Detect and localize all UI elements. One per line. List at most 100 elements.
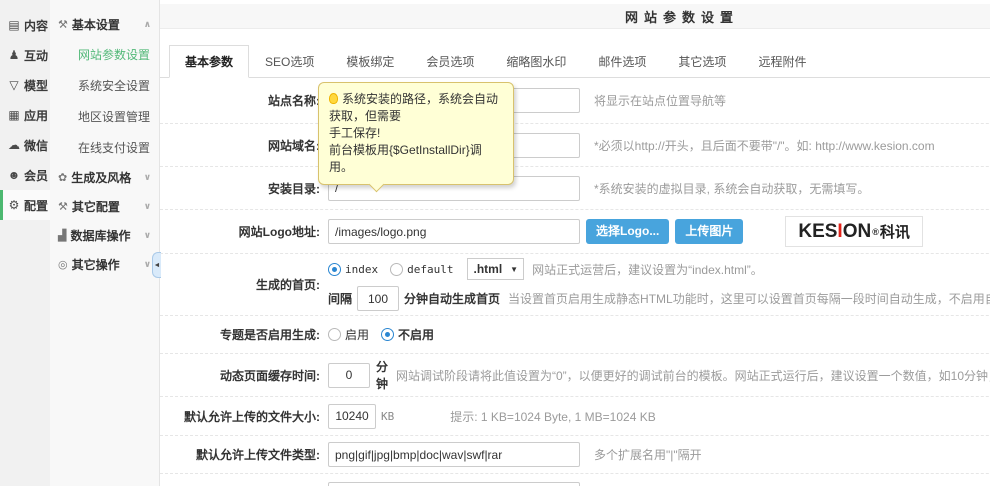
tab-other-options[interactable]: 其它选项 [662, 45, 742, 78]
menu-group-label: 基本设置 [72, 16, 120, 33]
field-label: 安装目录: [160, 180, 328, 197]
field-label: 默认允许上传的文件大小: [160, 408, 328, 425]
menu-item-payment[interactable]: 在线支付设置 [50, 132, 159, 163]
settings-form: 站点名称: 将显示在站点位置导航等 网站域名: *必须以http://开头，且后… [160, 78, 990, 486]
row-upload-size: 默认允许上传的文件大小: KB 提示: 1 KB=1024 Byte, 1 MB… [160, 397, 990, 436]
radio-enable[interactable]: 启用 [328, 326, 369, 343]
menu-item-security[interactable]: 系统安全设置 [50, 70, 159, 101]
sidebar-item-label: 配置 [24, 197, 48, 214]
tab-seo[interactable]: SEO选项 [249, 45, 330, 78]
sidebar-item-model[interactable]: ▽ 模型 [0, 70, 50, 100]
chart-icon: ▟ [58, 229, 66, 242]
interval-prefix: 间隔 [328, 290, 352, 307]
field-hint: *必须以http://开头，且后面不要带"/"。如: http://www.ke… [594, 137, 935, 154]
row-special-generate: 专题是否启用生成: 启用 不启用 [160, 316, 990, 354]
upload-size-input[interactable] [328, 404, 376, 429]
sidebar-item-label: 互动 [24, 47, 48, 64]
menu-group-label: 其它操作 [72, 256, 120, 273]
choose-logo-button[interactable]: 选择Logo... [586, 219, 669, 244]
radio-default[interactable]: default [390, 263, 453, 276]
lightbulb-icon [329, 93, 338, 104]
row-upload-types: 默认允许上传文件类型: 多个扩展名用"|"隔开 [160, 436, 990, 474]
radio-circle-checked [381, 328, 394, 341]
chevron-down-icon: ∨ [144, 230, 151, 241]
sidebar-item-label: 模型 [24, 77, 48, 94]
row-cache-time: 动态页面缓存时间: 分钟 网站调试阶段请将此值设置为“0”，以便更好的调试前台的… [160, 354, 990, 397]
radio-disable[interactable]: 不启用 [381, 326, 434, 343]
upload-types-input[interactable] [328, 442, 580, 467]
radio-circle-checked [328, 263, 341, 276]
cache-time-input[interactable] [328, 363, 370, 388]
interval-suffix: 分钟自动生成首页 [404, 290, 500, 307]
sidebar-item-interaction[interactable]: ♟ 互动 [0, 40, 50, 70]
menu-group-other-config[interactable]: ⚒ 其它配置 ∨ [50, 192, 159, 221]
wrench-icon: ⚒ [58, 18, 68, 31]
upload-image-button[interactable]: 上传图片 [675, 219, 743, 244]
secondary-sidebar: ⚒ 基本设置 ∧ 网站参数设置 系统安全设置 地区设置管理 在线支付设置 ✿ 生… [50, 0, 160, 486]
users-icon: ♟ [7, 48, 21, 62]
field-hint: 提示: 1 KB=1024 Byte, 1 MB=1024 KB [450, 408, 655, 425]
chat-bubbles-icon: ☁ [7, 138, 21, 152]
tab-mail-options[interactable]: 邮件选项 [582, 45, 662, 78]
menu-group-generate-style[interactable]: ✿ 生成及风格 ∨ [50, 163, 159, 192]
dropdown-caret-icon: ▼ [510, 265, 518, 274]
row-install-dir: 安装目录: *系统安装的虚拟目录, 系统会自动获取，无需填写。 [160, 167, 990, 210]
interval-input[interactable] [357, 286, 399, 311]
menu-group-other-ops[interactable]: ◎ 其它操作 ∨ [50, 250, 159, 279]
gear-icon: ⚙ [7, 198, 21, 212]
menu-group-database[interactable]: ▟ 数据库操作 ∨ [50, 221, 159, 250]
field-hint: 将显示在站点位置导航等 [594, 92, 726, 109]
row-webmaster: 站长姓名: [160, 474, 990, 486]
field-label: 生成的首页: [160, 276, 328, 293]
tooltip-text: 系统安装的路径，系统会自动获取，但需要 [329, 92, 498, 123]
app-window: ▤ 内容 ♟ 互动 ▽ 模型 ▦ 应用 ☁ 微信 ☻ 会员 ⚙ 配置 ⚒ [0, 0, 990, 486]
field-hint: *系统安装的虚拟目录, 系统会自动获取，无需填写。 [594, 180, 869, 197]
menu-item-region[interactable]: 地区设置管理 [50, 101, 159, 132]
tab-thumbnail-watermark[interactable]: 缩略图水印 [490, 45, 582, 78]
extension-select[interactable]: .html ▼ [467, 258, 524, 280]
install-dir-tooltip: 系统安装的路径，系统会自动获取，但需要 手工保存! 前台模板用{$GetInst… [318, 82, 514, 185]
sidebar-item-content[interactable]: ▤ 内容 [0, 10, 50, 40]
tab-remote-attachments[interactable]: 远程附件 [742, 45, 822, 78]
menu-group-basic-settings[interactable]: ⚒ 基本设置 ∧ [50, 10, 159, 39]
unit-label: KB [381, 410, 394, 423]
field-label: 网站域名: [160, 137, 328, 154]
sidebar-item-members[interactable]: ☻ 会员 [0, 160, 50, 190]
row-logo: 网站Logo地址: 选择Logo... 上传图片 KESION®科讯 [160, 210, 990, 254]
sidebar-item-apps[interactable]: ▦ 应用 [0, 100, 50, 130]
tab-member-options[interactable]: 会员选项 [410, 45, 490, 78]
tooltip-text: 前台模板用{$GetInstallDir}调用。 [329, 142, 503, 176]
row-site-name: 站点名称: 将显示在站点位置导航等 [160, 78, 990, 124]
sidebar-item-wechat[interactable]: ☁ 微信 [0, 130, 50, 160]
sidebar-item-config[interactable]: ⚙ 配置 [0, 190, 50, 220]
wrench-icon: ⚒ [58, 200, 68, 213]
menu-group-label: 生成及风格 [71, 169, 131, 186]
chevron-down-icon: ∨ [144, 172, 151, 183]
radio-circle [390, 263, 403, 276]
menu-item-site-params[interactable]: 网站参数设置 [50, 39, 159, 70]
chevron-down-icon: ∨ [144, 201, 151, 212]
chevron-down-icon: ∨ [144, 259, 151, 270]
primary-sidebar: ▤ 内容 ♟ 互动 ▽ 模型 ▦ 应用 ☁ 微信 ☻ 会员 ⚙ 配置 [0, 0, 50, 486]
tab-bar: 基本参数 SEO选项 模板绑定 会员选项 缩略图水印 邮件选项 其它选项 远程附… [160, 45, 990, 78]
webmaster-name-input[interactable] [328, 482, 580, 486]
member-icon: ☻ [7, 168, 21, 182]
row-domain: 网站域名: *必须以http://开头，且后面不要带"/"。如: http://… [160, 124, 990, 167]
sidebar-item-label: 应用 [24, 107, 48, 124]
radio-index[interactable]: index [328, 263, 378, 276]
logo-path-input[interactable] [328, 219, 580, 244]
radio-circle [328, 328, 341, 341]
row-homepage: 生成的首页: index default .html ▼ [160, 254, 990, 316]
tab-template-binding[interactable]: 模板绑定 [330, 45, 410, 78]
field-label: 网站Logo地址: [160, 223, 328, 240]
sidebar-item-label: 会员 [24, 167, 48, 184]
unit-label: 分钟 [376, 358, 388, 392]
field-hint: 当设置首页启用生成静态HTML功能时，这里可以设置首页每隔一段时间自动生成，不启… [508, 290, 990, 307]
sidebar-collapse-handle[interactable]: ◄ [152, 252, 161, 278]
clipboard-icon: ▤ [7, 18, 21, 32]
page-title: 网站参数设置 [625, 7, 739, 26]
page-title-bar: 网站参数设置 [160, 4, 990, 29]
field-hint: 多个扩展名用"|"隔开 [594, 446, 702, 463]
main-panel: 网站参数设置 基本参数 SEO选项 模板绑定 会员选项 缩略图水印 邮件选项 其… [160, 0, 990, 486]
tab-basic-params[interactable]: 基本参数 [169, 45, 249, 78]
